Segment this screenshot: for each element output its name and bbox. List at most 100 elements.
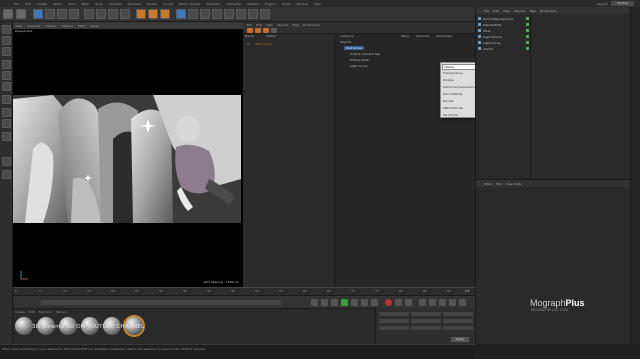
apply-button[interactable]: Apply	[451, 337, 469, 342]
lm-menu-tags[interactable]: Tags	[292, 23, 299, 27]
z-axis-icon[interactable]	[108, 9, 118, 19]
dropdown-item[interactable]: XBD Particles	[443, 106, 463, 110]
render-view-icon[interactable]	[136, 9, 146, 19]
deformer-icon[interactable]	[224, 9, 234, 19]
enabled-check-icon[interactable]	[526, 47, 529, 50]
vp-menu-filter[interactable]: Filter	[78, 24, 85, 28]
redo-icon[interactable]	[16, 9, 26, 19]
render-to-picture-viewer-icon[interactable]	[148, 9, 158, 19]
prev-key-icon[interactable]	[321, 299, 328, 306]
menu-create[interactable]: Create	[37, 2, 47, 6]
lm-menu-view[interactable]: View	[266, 23, 273, 27]
menu-mograph[interactable]: MoGraph	[207, 2, 221, 6]
object-row[interactable]: Light Group	[478, 40, 538, 45]
live-selection-icon[interactable]	[33, 9, 43, 19]
menu-plugins[interactable]: Plugins	[265, 2, 276, 6]
parameter-key-icon[interactable]	[449, 299, 456, 306]
dropdown-item[interactable]: Display	[443, 78, 454, 82]
dropdown-item[interactable]: Deformer/Generators	[443, 85, 475, 89]
move-tool-icon[interactable]	[45, 9, 55, 19]
camera-icon[interactable]	[248, 9, 258, 19]
rotation-key-icon[interactable]	[439, 299, 446, 306]
perspective-viewport[interactable]: Perspective Grid Spacing: 1000 cm	[13, 29, 243, 287]
edges-mode-icon[interactable]	[2, 71, 11, 80]
attr-menu-edit[interactable]: Edit	[496, 182, 502, 186]
menu-snap[interactable]: Snap	[95, 2, 103, 6]
group-list-item[interactable]: Item Group	[255, 42, 272, 46]
coord-row-z[interactable]	[379, 326, 473, 330]
close-icon[interactable]: ✕	[247, 42, 250, 46]
model-mode-icon[interactable]	[2, 36, 11, 45]
coord-row-y[interactable]	[379, 319, 473, 323]
object-row[interactable]: cam01	[478, 46, 538, 51]
vp-menu-display[interactable]: Display	[45, 24, 56, 28]
position-key-icon[interactable]	[419, 299, 426, 306]
lm-menu-bookmarks[interactable]: Bookmarks	[303, 23, 320, 27]
floor-icon[interactable]	[236, 9, 246, 19]
enabled-check-icon[interactable]	[526, 23, 529, 26]
go-to-start-icon[interactable]	[311, 299, 318, 306]
light-icon[interactable]	[260, 9, 270, 19]
om-menu-view[interactable]: View	[503, 9, 510, 13]
rotate-tool-icon[interactable]	[69, 9, 79, 19]
dropdown-item[interactable]: XG Cache	[443, 113, 458, 117]
menu-window[interactable]: Window	[296, 2, 308, 6]
enabled-check-icon[interactable]	[526, 35, 529, 38]
scale-tool-icon[interactable]	[57, 9, 67, 19]
visibility-icon[interactable]	[263, 28, 269, 33]
layer-icon[interactable]	[255, 28, 261, 33]
frame-range-slider[interactable]	[41, 300, 281, 305]
om-menu-edit[interactable]: Edit	[493, 9, 499, 13]
workplane-icon[interactable]	[2, 119, 11, 128]
sculpt-icon[interactable]	[2, 157, 11, 166]
next-key-icon[interactable]	[361, 299, 368, 306]
make-editable-icon[interactable]	[2, 25, 11, 34]
lm-menu-edit[interactable]: Edit	[256, 23, 262, 27]
enabled-check-icon[interactable]	[526, 17, 529, 20]
menu-render[interactable]: Render	[147, 2, 158, 6]
mat-menu-function[interactable]: Function	[39, 310, 52, 314]
attr-menu-user-data[interactable]: User Data	[506, 182, 521, 186]
menu-simulate[interactable]: Simulate	[128, 2, 141, 6]
array-icon[interactable]	[212, 9, 222, 19]
menu-character[interactable]: Character	[226, 2, 241, 6]
menu-edit[interactable]: Edit	[25, 2, 31, 6]
material-swatch[interactable]	[15, 317, 33, 335]
points-mode-icon[interactable]	[2, 60, 11, 69]
menu-help[interactable]: Help	[314, 2, 321, 6]
dropdown-item[interactable]: Transparency	[443, 71, 463, 75]
vp-menu-options[interactable]: Options	[62, 24, 74, 28]
mat-menu-texture[interactable]: Texture	[56, 310, 67, 314]
texture-mode-icon[interactable]	[2, 47, 11, 56]
coordinate-system-icon[interactable]	[120, 9, 130, 19]
polygons-mode-icon[interactable]	[2, 82, 11, 91]
autokey-icon[interactable]	[395, 299, 402, 306]
y-axis-icon[interactable]	[96, 9, 106, 19]
locked-workplane-icon[interactable]	[2, 132, 11, 141]
subdivision-icon[interactable]	[200, 9, 210, 19]
keyframe-selection-icon[interactable]	[405, 299, 412, 306]
scale-key-icon[interactable]	[429, 299, 436, 306]
timeline-ruler[interactable]: 0 5 10 15 20 25 30 35 40 45 50 55 60 65 …	[13, 287, 475, 295]
layout-value[interactable]: Startup	[610, 1, 634, 6]
dropdown-item[interactable]: Hair Visibility	[443, 92, 463, 96]
object-row[interactable]: Light Source	[478, 34, 538, 39]
category-item[interactable]: Editing Mask	[350, 58, 369, 62]
menu-script[interactable]: Script	[282, 2, 291, 6]
menu-tools[interactable]: Tools	[68, 2, 75, 6]
group-icon[interactable]	[247, 28, 253, 33]
category-item[interactable]: Octane Camera Tag	[350, 52, 380, 56]
enabled-check-icon[interactable]	[526, 41, 529, 44]
paint-icon[interactable]	[2, 170, 11, 179]
pla-key-icon[interactable]	[459, 299, 466, 306]
menu-pipeline[interactable]: Pipeline	[247, 2, 259, 6]
menu-animate[interactable]: Animate	[109, 2, 122, 6]
vp-menu-view[interactable]: View	[15, 24, 22, 28]
settings-icon[interactable]	[271, 28, 277, 33]
mat-menu-edit[interactable]: Edit	[29, 310, 35, 314]
menu-select[interactable]: Select	[53, 2, 62, 6]
dropdown-item[interactable]: Render	[443, 99, 454, 103]
object-row[interactable]: DrCircleBackground	[478, 16, 538, 21]
vp-menu-cameras[interactable]: Cameras	[27, 24, 40, 28]
prev-frame-icon[interactable]	[331, 299, 338, 306]
